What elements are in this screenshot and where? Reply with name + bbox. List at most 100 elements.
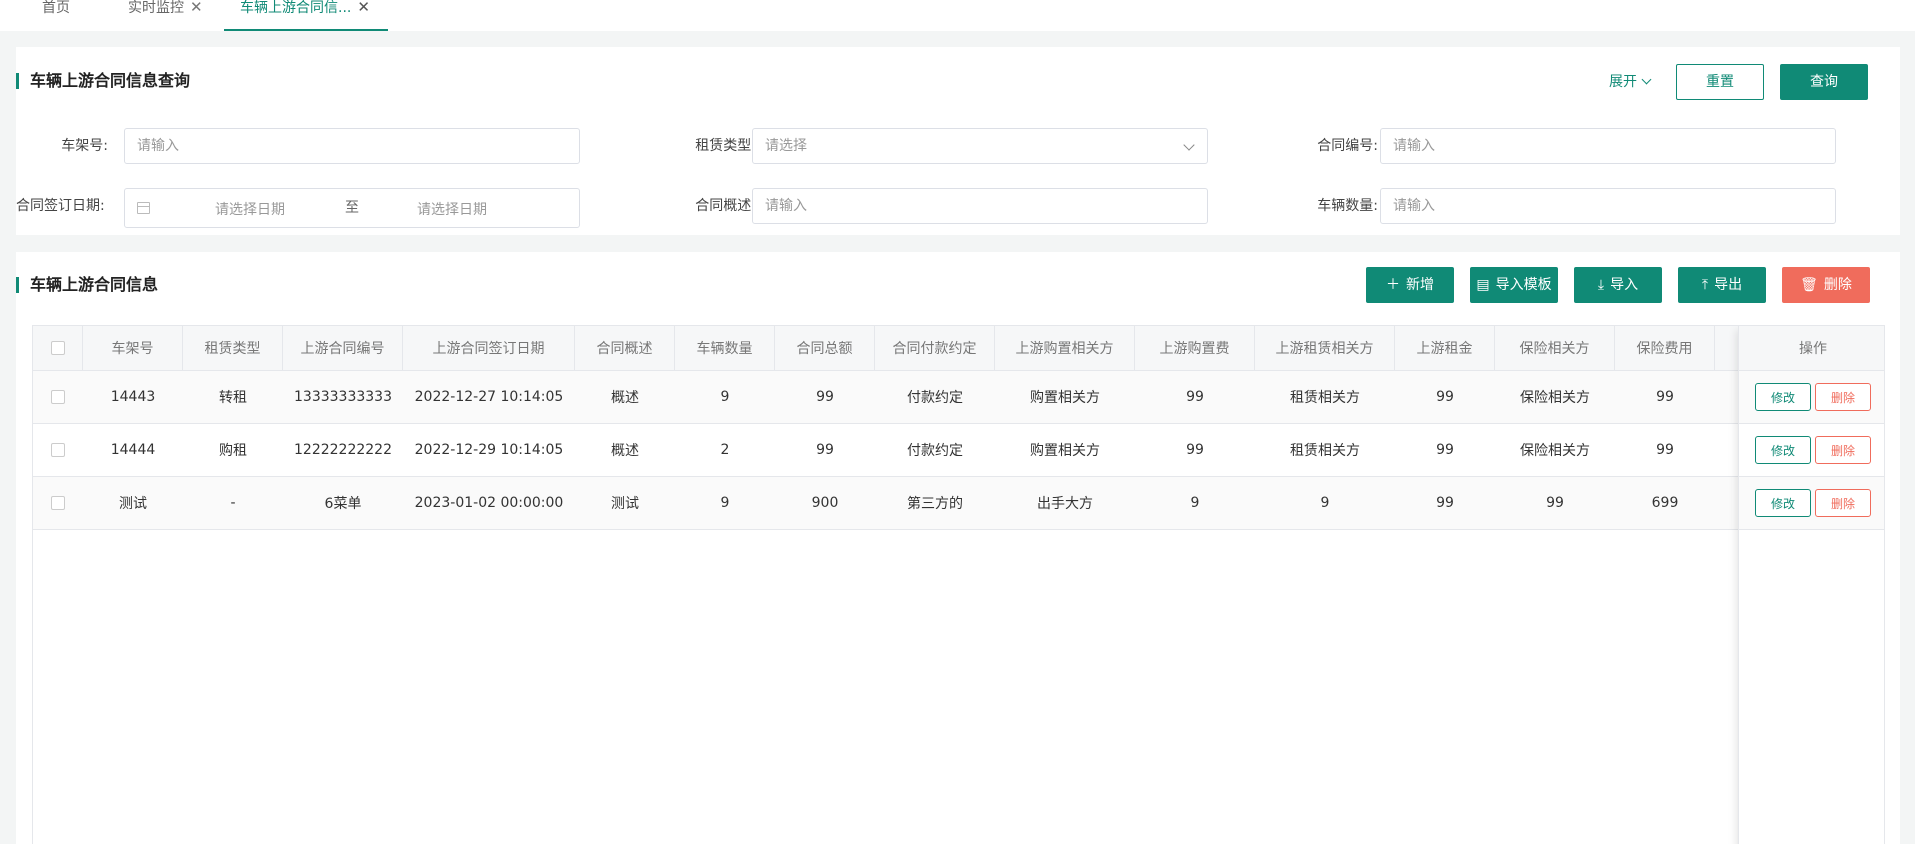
select-all-checkbox[interactable] [50,341,65,355]
sign-date-range-picker[interactable]: 请选择日期 至 请选择日期 [124,188,580,228]
cell-contract-total: 99 [816,389,834,405]
import-label: 导入 [1610,277,1639,293]
cell-payment-terms: 付款约定 [907,443,963,459]
cell-rent: 99 [1436,389,1454,405]
table-header: 车架号 租赁类型 上游合同编号 上游合同签订日期 合同概述 车辆数量 合同总额 … [33,326,1884,371]
header-sign-date: 上游合同签订日期 [403,326,575,370]
close-icon[interactable]: ✕ [190,0,203,15]
tab-home[interactable]: 首页 [42,0,70,31]
contract-table-panel: 车辆上游合同信息 ＋ 新增 ▤ 导入模板 ⤓ 导入 ⤒ 导出 🗑 删除 车架号 … [16,252,1900,844]
tab-vehicle-upstream-contract[interactable]: 车辆上游合同信... ✕ [224,0,388,31]
tab-realtime-monitor-label: 实时监控 [128,0,184,16]
cell-lease-type: - [230,495,236,511]
import-template-button[interactable]: ▤ 导入模板 [1470,267,1558,303]
row-checkbox[interactable] [51,496,65,510]
cell-rent: 99 [1436,495,1454,511]
header-summary: 合同概述 [575,326,675,370]
row-checkbox-cell [33,424,83,476]
import-button[interactable]: ⤓ 导入 [1574,267,1662,303]
plus-icon: ＋ [1386,277,1400,293]
delete-button[interactable]: 删除 [1815,489,1871,517]
calendar-icon [137,202,150,214]
vin-input[interactable] [124,128,580,164]
cell-insurance-party: 保险相关方 [1520,390,1590,406]
cell-contract-total: 900 [811,495,839,511]
add-button[interactable]: ＋ 新增 [1366,267,1454,303]
query-button[interactable]: 查询 [1780,64,1868,100]
cell-vehicle-count: 9 [720,389,730,405]
import-template-label: 导入模板 [1495,277,1552,293]
date-end-placeholder[interactable]: 请选择日期 [417,199,487,219]
summary-label: 合同概述: [695,198,756,214]
row-checkbox-cell [33,477,83,529]
header-lease-party: 上游租赁相关方 [1255,326,1395,370]
cell-lease-type: 购租 [219,443,247,459]
cell-summary: 概述 [611,390,639,406]
header-lease-type: 租赁类型 [183,326,283,370]
cell-lease-party: 租赁相关方 [1290,443,1360,459]
cell-rent: 99 [1436,442,1454,458]
header-upstream-contract-no: 上游合同编号 [283,326,403,370]
edit-button[interactable]: 修改 [1755,436,1811,464]
close-icon[interactable]: ✕ [357,0,370,15]
lease-type-select[interactable]: 请选择 [752,128,1208,164]
cell-purchase-fee: 99 [1186,442,1204,458]
table-row[interactable]: 测试 - 6菜单 2023-01-02 00:00:00 测试 9 900 第三… [33,477,1884,530]
cell-sign-date: 2023-01-02 00:00:00 [414,495,564,511]
cell-sign-date: 2022-12-29 10:14:05 [414,442,564,458]
header-contract-total: 合同总额 [775,326,875,370]
cell-contract-no: 12222222222 [294,442,392,458]
lease-type-placeholder: 请选择 [765,138,807,154]
select-all-checkbox-cell [33,326,83,370]
summary-input[interactable] [752,188,1208,224]
vehicle-count-input[interactable] [1380,188,1836,224]
header-vehicle-count: 车辆数量 [675,326,775,370]
header-vin: 车架号 [83,326,183,370]
contract-table: 车架号 租赁类型 上游合同编号 上游合同签订日期 合同概述 车辆数量 合同总额 … [32,325,1885,844]
expand-toggle[interactable]: 展开 [1609,71,1652,91]
document-icon: ▤ [1476,277,1490,293]
cell-sign-date: 2022-12-27 10:14:05 [414,389,564,405]
tab-realtime-monitor[interactable]: 实时监控 ✕ [128,0,203,31]
row-actions: 修改 删除 [1739,424,1884,477]
reset-button[interactable]: 重置 [1676,64,1764,100]
table-row[interactable]: 14444 购租 12222222222 2022-12-29 10:14:05… [33,424,1884,477]
cell-lease-party: 租赁相关方 [1290,390,1360,406]
delete-button[interactable]: 删除 [1815,383,1871,411]
cell-insurance-party: 99 [1546,495,1564,511]
header-insurance-party: 保险相关方 [1495,326,1615,370]
cell-insurance-fee: 99 [1656,442,1674,458]
add-button-label: 新增 [1406,277,1434,293]
lease-type-label: 租赁类型: [695,138,756,154]
row-checkbox[interactable] [51,443,65,457]
delete-button[interactable]: 删除 [1815,436,1871,464]
batch-delete-label: 删除 [1823,277,1852,293]
row-checkbox[interactable] [51,390,65,404]
row-checkbox-cell [33,371,83,423]
edit-button[interactable]: 修改 [1755,383,1811,411]
header-purchase-fee: 上游购置费 [1135,326,1255,370]
sign-date-label: 合同签订日期: [16,198,105,214]
date-range-separator: 至 [345,200,359,216]
cell-vin: 14444 [110,442,156,458]
export-button[interactable]: ⤒ 导出 [1678,267,1766,303]
batch-delete-button[interactable]: 🗑 删除 [1782,267,1870,303]
table-row[interactable]: 14443 转租 13333333333 2022-12-27 10:14:05… [33,371,1884,424]
tab-vehicle-upstream-contract-label: 车辆上游合同信... [240,0,352,16]
cell-contract-no: 6菜单 [324,496,362,512]
row-actions: 修改 删除 [1739,477,1884,530]
cell-summary: 测试 [611,496,639,512]
edit-button[interactable]: 修改 [1755,489,1811,517]
date-start-placeholder[interactable]: 请选择日期 [215,199,285,219]
cell-vehicle-count: 2 [720,442,730,458]
cell-purchase-party: 购置相关方 [1030,390,1100,406]
download-icon: ⤓ [1597,277,1605,293]
contract-no-label: 合同编号: [1317,138,1378,154]
header-payment-terms: 合同付款约定 [875,326,995,370]
cell-purchase-fee: 9 [1190,495,1200,511]
cell-insurance-fee: 99 [1656,389,1674,405]
table-panel-title: 车辆上游合同信息 [16,275,158,295]
cell-purchase-party: 购置相关方 [1030,443,1100,459]
header-rent: 上游租金 [1395,326,1495,370]
contract-no-input[interactable] [1380,128,1836,164]
